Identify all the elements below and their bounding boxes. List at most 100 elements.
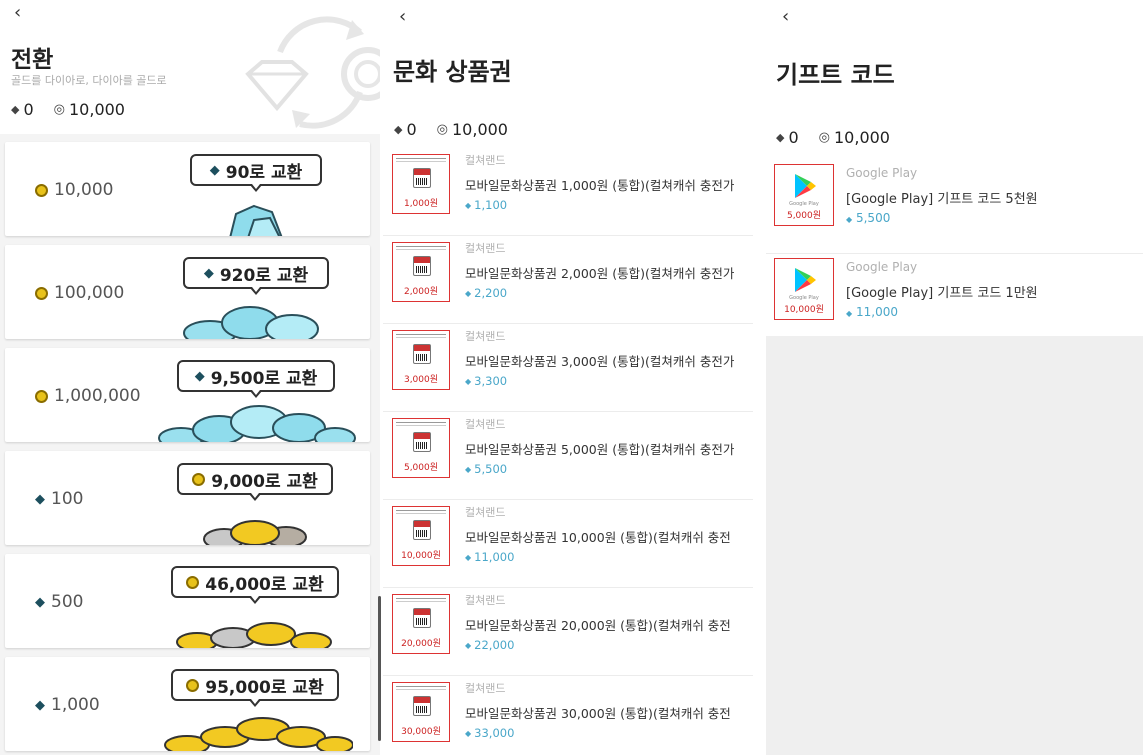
exchange-card[interactable]: 1,000,000 ◆ 9,500로 교환 <box>5 348 370 442</box>
card-cost: 1,000,000 <box>54 386 141 406</box>
exchange-card[interactable]: 100,000 ◆ 920로 교환 <box>5 245 370 339</box>
thumbnail-price: 30,000원 <box>401 727 441 737</box>
item-cost: 5,500 <box>474 462 508 476</box>
voucher-list-item[interactable]: 10,000원 컬쳐랜드 모바일문화상품권 10,000원 (통합)(컬쳐캐쉬 충전… <box>383 500 753 588</box>
voucher-list-item[interactable]: 1,000원 컬쳐랜드 모바일문화상품권 1,000원 (통합)(컬쳐캐쉬 충전가 ◆… <box>383 148 753 236</box>
scrollbar[interactable] <box>378 596 381 741</box>
thumbnail-price: 5,000원 <box>786 211 822 221</box>
culture-voucher-screen: ‹ 문화 상품권 ◆ 0 ◎ 10,000 1,000원 컬쳐랜드 모바일문화상품권… <box>383 0 753 755</box>
diamond-icon: ◆ <box>465 376 472 386</box>
item-brand: 컬쳐랜드 <box>465 682 506 695</box>
gift-code-thumbnail: Google Play 10,000원 <box>774 258 834 320</box>
page-title: 기프트 코드 <box>776 61 895 89</box>
item-name: 모바일문화상품권 1,000원 (통합)(컬쳐캐쉬 충전가 <box>465 178 735 193</box>
item-cost: 1,100 <box>474 198 508 212</box>
diamond-icon: ◆ <box>465 464 472 474</box>
thumbnail-price: 20,000원 <box>401 639 441 649</box>
thumbnail-price: 5,000원 <box>403 463 439 473</box>
voucher-thumbnail: 30,000원 <box>392 682 450 742</box>
coin-pile-icon <box>176 622 332 648</box>
gold-icon: ◎ <box>436 122 448 137</box>
thumbnail-label: Google Play <box>789 295 819 301</box>
item-brand: 컬쳐랜드 <box>465 154 506 167</box>
gift-code-thumbnail: Google Play 5,000원 <box>774 164 834 226</box>
diamond-icon: ◆ <box>846 215 853 224</box>
voucher-list-item[interactable]: 5,000원 컬쳐랜드모바일문화상품권 5,000원 (통합)(컬쳐캐쉬 충전가 ◆… <box>383 412 753 500</box>
item-name: [Google Play] 기프트 코드 5천원 <box>846 192 1038 207</box>
voucher-thumbnail: 5,000원 <box>392 418 450 478</box>
back-button[interactable]: ‹ <box>399 8 406 26</box>
diamond-icon: ◆ <box>465 728 472 738</box>
exchange-reward-bubble: 46,000로 교환 <box>171 566 339 604</box>
exchange-card[interactable]: ◆ 1,000 95,000로 교환 <box>5 657 370 751</box>
exchange-card[interactable]: ◆ 100 9,000로 교환 <box>5 451 370 545</box>
diamond-pile-icon <box>183 306 319 339</box>
balance-bar: ◆ 0 ◎ 10,000 <box>394 120 508 139</box>
item-brand: Google Play <box>846 260 918 274</box>
item-cost: 33,000 <box>474 726 515 740</box>
exchange-card[interactable]: ◆ 500 46,000로 교환 <box>5 554 370 648</box>
diamond-icon: ◆ <box>776 131 785 144</box>
diamond-icon: ◆ <box>203 265 214 281</box>
diamond-icon: ◆ <box>465 552 472 562</box>
gift-card-icon <box>413 256 431 276</box>
diamond-icon: ◆ <box>394 123 403 136</box>
gift-card-icon <box>413 696 431 716</box>
gold-coin-icon <box>186 678 200 692</box>
voucher-list-item[interactable]: 3,000원 컬쳐랜드 모바일문화상품권 3,000원 (통합)(컬쳐캐쉬 충전가 ◆… <box>383 324 753 412</box>
thumbnail-label: Google Play <box>789 201 819 207</box>
item-brand: 컬쳐랜드 <box>465 418 506 431</box>
reward-label: 920로 교환 <box>219 265 309 286</box>
exchange-reward-bubble: 95,000로 교환 <box>171 669 339 707</box>
gold-coin-icon <box>192 472 206 486</box>
gift-card-icon <box>413 608 431 628</box>
item-brand: 컬쳐랜드 <box>465 330 506 343</box>
diamond-icon: ◆ <box>35 491 45 507</box>
card-cost: 100 <box>51 489 84 509</box>
diamond-icon: ◆ <box>35 697 45 713</box>
item-brand: Google Play <box>846 166 918 180</box>
voucher-list-item[interactable]: 30,000원 컬쳐랜드모바일문화상품권 30,000원 (통합)(컬쳐캐쉬 충전… <box>383 676 753 755</box>
reward-label: 9,500로 교환 <box>210 368 318 389</box>
reward-label: 9,000로 교환 <box>211 471 318 492</box>
diamond-icon: ◆ <box>846 309 853 318</box>
gift-code-list-item[interactable]: Google Play 10,000원 Google Play [Google Pla… <box>766 254 1143 348</box>
gold-coin-icon <box>35 389 48 403</box>
item-brand: 컬쳐랜드 <box>465 242 506 255</box>
diamond-pile-icon <box>158 405 356 442</box>
item-cost: 3,300 <box>474 374 508 388</box>
item-cost: 2,200 <box>474 286 508 300</box>
item-cost: 5,500 <box>855 211 891 225</box>
voucher-thumbnail: 20,000원 <box>392 594 450 654</box>
item-name: 모바일문화상품권 5,000원 (통합)(컬쳐캐쉬 충전가 <box>465 442 735 457</box>
diamond-balance: 0 <box>406 120 417 139</box>
diamond-icon: ◆ <box>465 288 472 298</box>
diamond-icon: ◆ <box>465 640 472 650</box>
back-button[interactable]: ‹ <box>782 8 789 26</box>
exchange-reward-bubble: ◆ 920로 교환 <box>183 257 329 295</box>
card-cost: 100,000 <box>54 283 125 303</box>
diamond-icon: ◆ <box>194 368 205 384</box>
page-title: 문화 상품권 <box>393 58 512 86</box>
voucher-thumbnail: 10,000원 <box>392 506 450 566</box>
voucher-thumbnail: 2,000원 <box>392 242 450 302</box>
back-button[interactable]: ‹ <box>14 4 21 22</box>
gift-code-list-item[interactable]: Google Play 5,000원 Google Play [Google Play… <box>766 160 1143 254</box>
item-cost: 22,000 <box>474 638 515 652</box>
thumbnail-price: 2,000원 <box>403 287 439 297</box>
exchange-reward-bubble: ◆ 9,500로 교환 <box>177 360 335 398</box>
gift-card-icon <box>413 168 431 188</box>
thumbnail-price: 10,000원 <box>784 305 824 315</box>
item-name: 모바일문화상품권 30,000원 (통합)(컬쳐캐쉬 충전 <box>465 706 731 721</box>
exchange-header: ‹ 전환 골드를 다이아로, 다이아를 골드로 ◆ 0 ◎ 10,000 <box>0 0 380 134</box>
google-play-icon <box>795 268 816 292</box>
voucher-list-item[interactable]: 20,000원 컬쳐랜드 모바일문화상품권 20,000원 (통합)(컬쳐캐쉬 충전… <box>383 588 753 676</box>
gold-balance: 10,000 <box>452 120 508 139</box>
exchange-card[interactable]: 10,000 ◆ 90로 교환 <box>5 142 370 236</box>
card-cost: 500 <box>51 592 84 612</box>
card-cost: 1,000 <box>51 695 100 715</box>
app-root: ‹ 전환 골드를 다이아로, 다이아를 골드로 ◆ 0 ◎ 10,000 10,… <box>0 0 1143 755</box>
voucher-list-item[interactable]: 2,000원 컬쳐랜드 모바일문화상품권 2,000원 (통합)(컬쳐캐쉬 충전가 ◆… <box>383 236 753 324</box>
diamond-icon: ◆ <box>35 594 45 610</box>
item-brand: 컬쳐랜드 <box>465 594 506 607</box>
